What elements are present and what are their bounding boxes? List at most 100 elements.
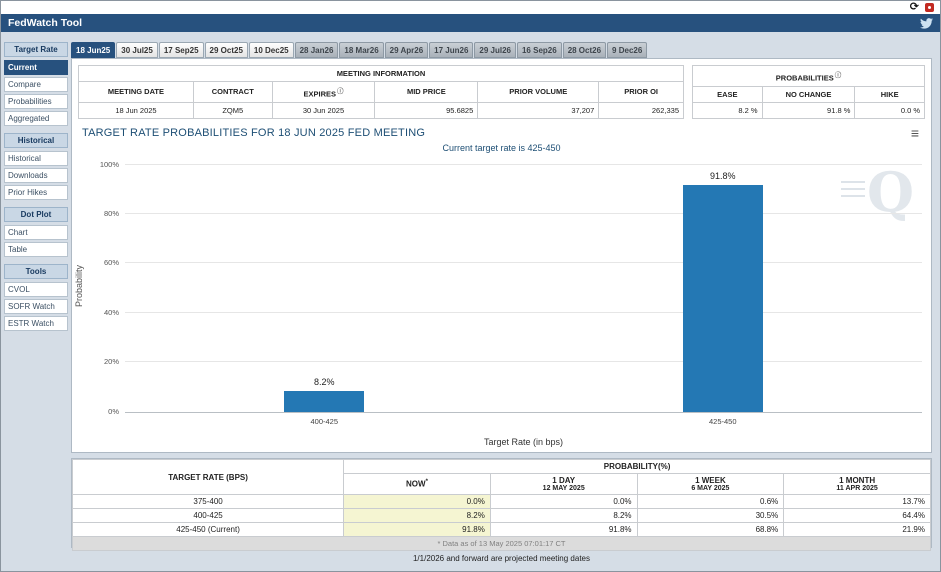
y-tick-label: 40% xyxy=(87,308,119,317)
sidebar: Target Rate Current Compare Probabilitie… xyxy=(4,42,68,333)
tab-9-dec26[interactable]: 9 Dec26 xyxy=(607,42,647,58)
col-hike: HIKE xyxy=(855,86,925,102)
now-cell: 8.2% xyxy=(344,509,491,523)
contract-value: ZQM5 xyxy=(193,102,272,118)
tab-18-mar26[interactable]: 18 Mar26 xyxy=(339,42,383,58)
tab-30-jul25[interactable]: 30 Jul25 xyxy=(116,42,158,58)
sidebar-section-tools: Tools xyxy=(4,264,68,279)
info-icon[interactable]: ⓘ xyxy=(337,88,344,95)
refresh-icon[interactable]: ⟳ xyxy=(910,2,919,13)
month-cell: 13.7% xyxy=(784,495,931,509)
hike-value: 0.0 % xyxy=(855,102,925,118)
col-prior-volume: PRIOR VOLUME xyxy=(478,82,599,103)
y-tick-label: 80% xyxy=(87,209,119,218)
col-now: NOW* xyxy=(344,474,491,495)
sidebar-item-aggregated[interactable]: Aggregated xyxy=(4,111,68,126)
footnote-marker: * xyxy=(426,479,428,485)
sidebar-item-compare[interactable]: Compare xyxy=(4,77,68,92)
meeting-date-tabs: 18 Jun25 30 Jul25 17 Sep25 29 Oct25 10 D… xyxy=(71,42,648,58)
mid-price-value: 95.6825 xyxy=(375,102,478,118)
tab-29-oct25[interactable]: 29 Oct25 xyxy=(205,42,248,58)
bar-value-label: 8.2% xyxy=(284,377,364,387)
prior-oi-value: 262,335 xyxy=(599,102,684,118)
meeting-info-title: MEETING INFORMATION xyxy=(337,69,426,78)
tab-17-jun26[interactable]: 17 Jun26 xyxy=(429,42,473,58)
quikstrike-watermark-icon: Q xyxy=(867,165,914,219)
sidebar-item-table[interactable]: Table xyxy=(4,242,68,257)
day-cell: 91.8% xyxy=(490,523,637,537)
x-axis-label: Target Rate (in bps) xyxy=(125,437,922,447)
chart-title: TARGET RATE PROBABILITIES FOR 18 JUN 202… xyxy=(82,127,425,139)
rate-cell: 400-425 xyxy=(73,509,344,523)
prior-volume-value: 37,207 xyxy=(478,102,599,118)
tab-17-sep25[interactable]: 17 Sep25 xyxy=(159,42,204,58)
week-cell: 0.6% xyxy=(637,495,784,509)
chart-menu-icon[interactable]: ≡ xyxy=(909,127,921,139)
red-badge-icon[interactable] xyxy=(925,3,934,12)
tab-18-jun25[interactable]: 18 Jun25 xyxy=(71,42,115,58)
probabilities-values: 8.2 % 91.8 % 0.0 % xyxy=(693,102,925,118)
rate-cell: 425-450 (Current) xyxy=(73,523,344,537)
info-icon[interactable]: ⓘ xyxy=(835,72,842,79)
tab-16-sep26[interactable]: 16 Sep26 xyxy=(517,42,562,58)
sidebar-item-probabilities[interactable]: Probabilities xyxy=(4,94,68,109)
tab-28-oct26[interactable]: 28 Oct26 xyxy=(563,42,606,58)
gridline xyxy=(125,411,922,412)
gridline xyxy=(125,262,922,263)
app-header: FedWatch Tool xyxy=(1,14,940,32)
sidebar-item-cvol[interactable]: CVOL xyxy=(4,282,68,297)
gridline xyxy=(125,213,922,214)
col-target-rate: TARGET RATE (BPS) xyxy=(73,460,344,495)
gridline xyxy=(125,312,922,313)
sidebar-item-sofr-watch[interactable]: SOFR Watch xyxy=(4,299,68,314)
x-tick-label: 425-450 xyxy=(663,417,783,426)
probabilities-title: PROBABILITIES xyxy=(776,74,834,83)
twitter-icon[interactable] xyxy=(920,18,933,29)
week-cell: 68.8% xyxy=(637,523,784,537)
y-tick-label: 100% xyxy=(87,160,119,169)
bar-425-450[interactable] xyxy=(683,185,763,412)
sidebar-item-current[interactable]: Current xyxy=(4,60,68,75)
table-row: 400-425 8.2% 8.2% 30.5% 64.4% xyxy=(73,509,931,523)
gridline xyxy=(125,361,922,362)
sidebar-item-estr-watch[interactable]: ESTR Watch xyxy=(4,316,68,331)
now-cell: 0.0% xyxy=(344,495,491,509)
tab-10-dec25[interactable]: 10 Dec25 xyxy=(249,42,294,58)
tab-29-apr26[interactable]: 29 Apr26 xyxy=(385,42,429,58)
sidebar-item-historical[interactable]: Historical xyxy=(4,151,68,166)
col-meeting-date: MEETING DATE xyxy=(79,82,194,103)
sidebar-section-historical: Historical xyxy=(4,133,68,148)
sidebar-section-dot-plot: Dot Plot xyxy=(4,207,68,222)
sidebar-item-chart[interactable]: Chart xyxy=(4,225,68,240)
col-1-month: 1 MONTH11 APR 2025 xyxy=(784,474,931,495)
col-no-change: NO CHANGE xyxy=(762,86,855,102)
col-prior-oi: PRIOR OI xyxy=(599,82,684,103)
sidebar-item-prior-hikes[interactable]: Prior Hikes xyxy=(4,185,68,200)
y-tick-label: 60% xyxy=(87,258,119,267)
probabilities-table: PROBABILITIESⓘ EASE NO CHANGE HIKE 8.2 %… xyxy=(692,65,925,119)
ease-value: 8.2 % xyxy=(693,102,763,118)
week-cell: 30.5% xyxy=(637,509,784,523)
sidebar-section-target-rate: Target Rate xyxy=(4,42,68,57)
info-row: MEETING INFORMATION MEETING DATE CONTRAC… xyxy=(78,65,925,119)
meeting-date-value: 18 Jun 2025 xyxy=(79,102,194,118)
probability-history-table: TARGET RATE (BPS) PROBABILITY(%) NOW* 1 … xyxy=(72,459,931,551)
data-as-of-note: * Data as of 13 May 2025 07:01:17 CT xyxy=(73,537,931,551)
month-cell: 64.4% xyxy=(784,509,931,523)
gridline xyxy=(125,164,922,165)
y-axis-label: Probability xyxy=(74,246,84,326)
app-title: FedWatch Tool xyxy=(8,17,82,29)
no-change-value: 91.8 % xyxy=(762,102,855,118)
plot-area: Probability Q 0%20%40%60%80%100%8.2%400-… xyxy=(125,165,922,413)
sidebar-item-downloads[interactable]: Downloads xyxy=(4,168,68,183)
bar-400-425[interactable] xyxy=(284,391,364,411)
col-group-probability: PROBABILITY(%) xyxy=(344,460,931,474)
col-mid-price: MID PRICE xyxy=(375,82,478,103)
tab-28-jan26[interactable]: 28 Jan26 xyxy=(295,42,339,58)
meeting-info-table: MEETING INFORMATION MEETING DATE CONTRAC… xyxy=(78,65,684,119)
day-cell: 0.0% xyxy=(490,495,637,509)
table-row: 425-450 (Current) 91.8% 91.8% 68.8% 21.9… xyxy=(73,523,931,537)
now-cell: 91.8% xyxy=(344,523,491,537)
tab-29-jul26[interactable]: 29 Jul26 xyxy=(474,42,516,58)
browser-strip: ⟳ xyxy=(1,1,940,14)
